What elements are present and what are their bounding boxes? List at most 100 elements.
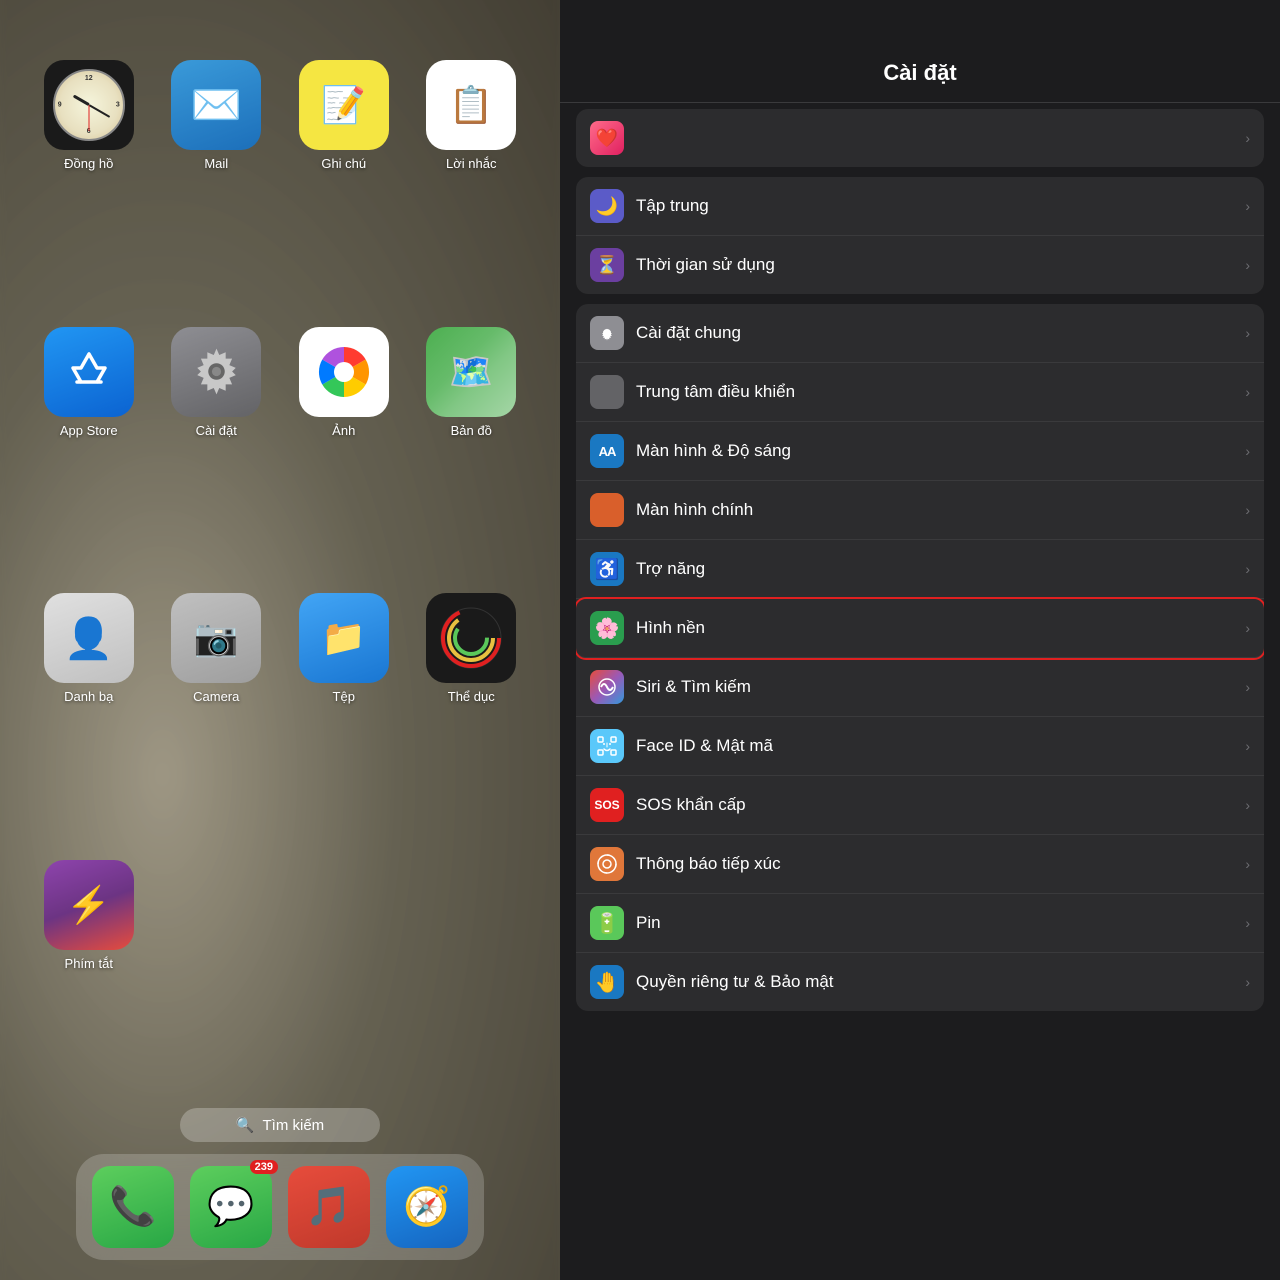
privacy-label: Quyền riêng tư & Bảo mật bbox=[636, 972, 1233, 992]
screentime-icon: ⏳ bbox=[590, 248, 624, 282]
dock-messages[interactable]: 💬 239 bbox=[190, 1166, 272, 1248]
sos-label: SOS khẩn cấp bbox=[636, 795, 1233, 815]
general-chevron: › bbox=[1245, 325, 1250, 341]
search-icon: 🔍 bbox=[236, 1116, 255, 1134]
home-content: 12 3 6 9 Đồng hồ ✉️ Mail 📝 Ghi chú bbox=[0, 0, 560, 1280]
photos-svg bbox=[314, 342, 374, 402]
notes-icon: 📝 bbox=[299, 60, 389, 150]
focus-label: Tập trung bbox=[636, 196, 1233, 216]
accessibility-label: Trợ năng bbox=[636, 559, 1233, 579]
app-files[interactable]: 📁 Tệp bbox=[285, 593, 403, 832]
dock-phone[interactable]: 📞 bbox=[92, 1166, 174, 1248]
app-shortcuts[interactable]: ⚡ Phím tắt bbox=[30, 860, 148, 1099]
display-chevron: › bbox=[1245, 443, 1250, 459]
battery-chevron: › bbox=[1245, 915, 1250, 931]
settings-item-exposure[interactable]: Thông báo tiếp xúc › bbox=[576, 835, 1264, 894]
fitness-icon bbox=[426, 593, 516, 683]
app-clock[interactable]: 12 3 6 9 Đồng hồ bbox=[30, 60, 148, 299]
app-appstore[interactable]: App Store bbox=[30, 327, 148, 566]
control-label: Trung tâm điều khiển bbox=[636, 382, 1233, 402]
sos-icon: SOS bbox=[590, 788, 624, 822]
app-camera[interactable]: 📷 Camera bbox=[158, 593, 276, 832]
settings-panel: Cài đặt ❤️ › 🌙 Tập trung › ⏳ Thời gian s… bbox=[560, 0, 1280, 1280]
app-maps[interactable]: 🗺️ Bản đồ bbox=[413, 327, 531, 566]
settings-item-general[interactable]: Cài đặt chung › bbox=[576, 304, 1264, 363]
general-icon bbox=[590, 316, 624, 350]
wallpaper-chevron: › bbox=[1245, 620, 1250, 636]
settings-item-focus[interactable]: 🌙 Tập trung › bbox=[576, 177, 1264, 236]
dock-area: 🔍 Tìm kiếm 📞 💬 239 🎵 🧭 bbox=[30, 1108, 530, 1260]
sos-chevron: › bbox=[1245, 797, 1250, 813]
reminders-label: Lời nhắc bbox=[446, 156, 496, 171]
battery-icon: 🔋 bbox=[590, 906, 624, 940]
settings-group-main: Cài đặt chung › Trung tâm điều khiển › A… bbox=[576, 304, 1264, 1011]
settings-group-focus: 🌙 Tập trung › ⏳ Thời gian sử dụng › bbox=[576, 177, 1264, 294]
app-settings[interactable]: Cài đặt bbox=[158, 327, 276, 566]
dock-music[interactable]: 🎵 bbox=[288, 1166, 370, 1248]
settings-item-faceid[interactable]: Face ID & Mật mã › bbox=[576, 717, 1264, 776]
settings-item-homescreen[interactable]: Màn hình chính › bbox=[576, 481, 1264, 540]
contacts-label: Danh bạ bbox=[64, 689, 113, 704]
battery-label: Pin bbox=[636, 913, 1233, 933]
settings-item-screentime[interactable]: ⏳ Thời gian sử dụng › bbox=[576, 236, 1264, 294]
exposure-label: Thông báo tiếp xúc bbox=[636, 854, 1233, 874]
app-contacts[interactable]: 👤 Danh bạ bbox=[30, 593, 148, 832]
siri-icon bbox=[590, 670, 624, 704]
homescreen-label: Màn hình chính bbox=[636, 500, 1233, 520]
settings-title: Cài đặt bbox=[883, 60, 956, 85]
settings-item-privacy[interactable]: 🤚 Quyền riêng tư & Bảo mật › bbox=[576, 953, 1264, 1011]
app-notes[interactable]: 📝 Ghi chú bbox=[285, 60, 403, 299]
wallpaper-icon: 🌸 bbox=[590, 611, 624, 645]
photos-label: Ảnh bbox=[332, 423, 355, 438]
settings-item-display[interactable]: AA Màn hình & Độ sáng › bbox=[576, 422, 1264, 481]
siri-svg bbox=[597, 677, 617, 697]
app-reminders[interactable]: 📋 Lời nhắc bbox=[413, 60, 531, 299]
messages-badge: 239 bbox=[250, 1160, 278, 1174]
homescreen-icon bbox=[590, 493, 624, 527]
files-label: Tệp bbox=[333, 689, 355, 704]
exposure-chevron: › bbox=[1245, 856, 1250, 872]
focus-chevron: › bbox=[1245, 198, 1250, 214]
siri-label: Siri & Tìm kiếm bbox=[636, 677, 1233, 697]
home-screen: 12 3 6 9 Đồng hồ ✉️ Mail 📝 Ghi chú bbox=[0, 0, 560, 1280]
control-icon bbox=[590, 375, 624, 409]
settings-item-wallpaper[interactable]: 🌸 Hình nền › bbox=[576, 599, 1264, 658]
search-label: Tìm kiếm bbox=[263, 1117, 325, 1134]
faceid-chevron: › bbox=[1245, 738, 1250, 754]
camera-icon: 📷 bbox=[171, 593, 261, 683]
dock: 📞 💬 239 🎵 🧭 bbox=[76, 1154, 484, 1260]
exposure-svg bbox=[596, 853, 618, 875]
control-chevron: › bbox=[1245, 384, 1250, 400]
fitness-label: Thể dục bbox=[448, 689, 495, 704]
dock-safari[interactable]: 🧭 bbox=[386, 1166, 468, 1248]
maps-label: Bản đồ bbox=[451, 423, 492, 438]
exposure-icon bbox=[590, 847, 624, 881]
notes-label: Ghi chú bbox=[321, 156, 366, 171]
search-bar[interactable]: 🔍 Tìm kiếm bbox=[180, 1108, 380, 1142]
settings-group-top: ❤️ › bbox=[576, 109, 1264, 167]
settings-item-control[interactable]: Trung tâm điều khiển › bbox=[576, 363, 1264, 422]
app-photos[interactable]: Ảnh bbox=[285, 327, 403, 566]
camera-label: Camera bbox=[193, 689, 239, 704]
reminders-icon: 📋 bbox=[426, 60, 516, 150]
contacts-icon: 👤 bbox=[44, 593, 134, 683]
settings-item-sos[interactable]: SOS SOS khẩn cấp › bbox=[576, 776, 1264, 835]
maps-icon: 🗺️ bbox=[426, 327, 516, 417]
siri-chevron: › bbox=[1245, 679, 1250, 695]
clock-icon: 12 3 6 9 bbox=[44, 60, 134, 150]
app-fitness[interactable]: Thể dục bbox=[413, 593, 531, 832]
settings-item-partial[interactable]: ❤️ › bbox=[576, 109, 1264, 167]
mail-icon: ✉️ bbox=[171, 60, 261, 150]
shortcuts-icon: ⚡ bbox=[44, 860, 134, 950]
shortcuts-label: Phím tắt bbox=[65, 956, 113, 971]
settings-item-accessibility[interactable]: ♿ Trợ năng › bbox=[576, 540, 1264, 599]
settings-item-siri[interactable]: Siri & Tìm kiếm › bbox=[576, 658, 1264, 717]
appstore-label: App Store bbox=[60, 423, 118, 438]
chevron-icon: › bbox=[1245, 130, 1250, 146]
wallpaper-label: Hình nền bbox=[636, 618, 1233, 638]
screentime-label: Thời gian sử dụng bbox=[636, 255, 1233, 275]
settings-item-battery[interactable]: 🔋 Pin › bbox=[576, 894, 1264, 953]
display-label: Màn hình & Độ sáng bbox=[636, 441, 1233, 461]
app-mail[interactable]: ✉️ Mail bbox=[158, 60, 276, 299]
appstore-icon bbox=[44, 327, 134, 417]
